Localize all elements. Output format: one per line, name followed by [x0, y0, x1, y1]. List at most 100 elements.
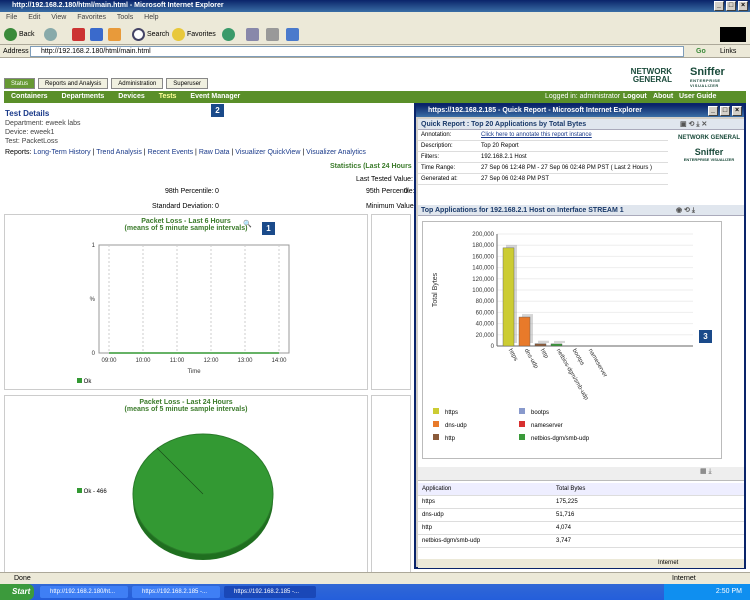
x-tick-label: 11:00	[170, 358, 185, 364]
system-tray: 2:50 PM	[664, 584, 750, 600]
link-recent-events[interactable]: Recent Events	[148, 149, 194, 156]
tab-administration[interactable]: Administration	[111, 78, 164, 89]
refresh-button[interactable]	[90, 27, 105, 42]
task-popup-window-1[interactable]: https://192.168.2.185 -...	[132, 586, 220, 598]
task-main-window[interactable]: http://192.168.2.180/ht...	[40, 586, 128, 598]
star-icon	[172, 27, 185, 41]
about-link[interactable]: About	[653, 91, 673, 103]
menu-bar: File Edit View Favorites Tools Help	[0, 12, 750, 24]
print-button[interactable]	[266, 27, 281, 42]
user-guide-link[interactable]: User Guide	[679, 91, 716, 103]
table-row[interactable]: netbios-dgm/smb-udp 3,747	[418, 535, 744, 548]
table-toolbar: ▦ ⤓	[418, 467, 744, 481]
annotate-link[interactable]: Click here to annotate this report insta…	[481, 130, 592, 141]
nav-containers[interactable]: Containers	[11, 93, 48, 100]
status-text: Done	[14, 575, 31, 582]
menu-tools[interactable]: Tools	[117, 14, 133, 21]
start-button[interactable]: Start	[0, 584, 34, 600]
nav-tests[interactable]: Tests	[159, 93, 177, 100]
y-tick-label: 160,000	[472, 254, 494, 260]
sd-label: Standard Deviation:	[152, 203, 214, 210]
table-row[interactable]: http 4,074	[418, 522, 744, 535]
window-title: http://192.168.2.180/html/main.html - Mi…	[12, 2, 224, 9]
links-label[interactable]: Links	[720, 45, 736, 58]
y-tick-label: 40,000	[476, 322, 495, 328]
edit-icon	[286, 27, 299, 41]
refresh-icon	[90, 27, 103, 41]
home-icon	[108, 27, 121, 41]
popup-minimize-button[interactable]: _	[708, 106, 718, 116]
legend-item: bootps	[519, 408, 549, 416]
bar	[534, 343, 547, 347]
media-button[interactable]	[222, 27, 237, 42]
task-popup-window-2[interactable]: https://192.168.2.185 -...	[224, 586, 316, 598]
y-axis-label: Total Bytes	[432, 272, 439, 307]
legend-swatch	[519, 421, 525, 427]
y-tick-label: 180,000	[472, 243, 494, 249]
report-action-icons[interactable]: ▣ ⟲ ⤓ ✕	[680, 119, 707, 130]
print-icon	[266, 27, 279, 41]
nav-event-manager[interactable]: Event Manager	[190, 93, 240, 100]
link-trend-analysis[interactable]: Trend Analysis	[96, 149, 142, 156]
col-application[interactable]: Application	[422, 483, 451, 496]
table-action-icons[interactable]: ▦ ⤓	[700, 467, 712, 476]
nav-departments[interactable]: Departments	[62, 93, 105, 100]
legend-swatch-ok	[77, 378, 82, 383]
popup-maximize-button[interactable]: □	[720, 106, 730, 116]
link-visualizer-analytics[interactable]: Visualizer Analytics	[306, 149, 366, 156]
applications-table: Application Total Bytes https 175,225 dns…	[418, 483, 744, 548]
mail-button[interactable]	[246, 27, 261, 42]
y-tick-label: 120,000	[472, 277, 494, 283]
menu-favorites[interactable]: Favorites	[77, 14, 106, 21]
search-button[interactable]: Search	[132, 27, 169, 42]
tab-status[interactable]: Status	[4, 78, 36, 89]
menu-help[interactable]: Help	[144, 14, 158, 21]
go-button[interactable]: Go	[696, 45, 706, 58]
nav-devices[interactable]: Devices	[118, 93, 144, 100]
table-row[interactable]: dns-udp 51,716	[418, 509, 744, 522]
quick-report-window: https://192.168.2.185 - Quick Report - M…	[414, 103, 746, 569]
back-button[interactable]: Back	[4, 27, 35, 42]
legend-ok-label: Ok	[83, 379, 92, 385]
minimize-button[interactable]: _	[714, 1, 724, 11]
x-axis-label: Time	[187, 369, 201, 375]
maximize-button[interactable]: □	[726, 1, 736, 11]
menu-view[interactable]: View	[51, 14, 66, 21]
table-row[interactable]: https 175,225	[418, 496, 744, 509]
chart2-subtitle: (means of 5 minute sample intervals)	[124, 406, 248, 413]
logged-in-text: Logged in: administrator	[545, 93, 621, 100]
legend-ok-466-label: Ok - 466	[83, 489, 107, 495]
x-tick-label: nameserver	[587, 348, 608, 378]
edit-button[interactable]	[286, 27, 301, 42]
legend-swatch	[519, 408, 525, 414]
popup-close-button[interactable]: ×	[732, 106, 742, 116]
stop-button[interactable]	[72, 27, 87, 42]
logout-link[interactable]: Logout	[623, 91, 647, 103]
forward-button[interactable]	[44, 27, 59, 42]
tab-reports[interactable]: Reports and Analysis	[37, 78, 109, 89]
address-input[interactable]: http://192.168.2.180/html/main.html	[30, 46, 684, 57]
clock: 2:50 PM	[715, 588, 742, 595]
zoom-icon[interactable]: 🔍	[243, 220, 252, 228]
favorites-button[interactable]: Favorites	[172, 27, 216, 42]
close-button[interactable]: ×	[738, 1, 748, 11]
menu-edit[interactable]: Edit	[28, 14, 40, 21]
meta-time-range-row: Time Range: 27 Sep 06 12:48 PM - 27 Sep 0…	[418, 163, 668, 174]
link-raw-data[interactable]: Raw Data	[199, 149, 230, 156]
col-total-bytes[interactable]: Total Bytes	[556, 483, 585, 496]
p95-value: 0	[404, 188, 408, 195]
callout-1: 1	[262, 222, 275, 235]
back-arrow-icon	[4, 27, 17, 41]
link-visualizer-quickview[interactable]: Visualizer QuickView	[235, 149, 300, 156]
statistics-title: Statistics (Last 24 Hours	[330, 163, 412, 170]
chart2-title: Packet Loss - Last 24 Hours	[139, 399, 233, 406]
sniffer-logo: Sniffer ENTERPRISE VISUALIZER	[690, 66, 725, 88]
menu-file[interactable]: File	[6, 14, 17, 21]
packet-loss-pie-chart	[132, 433, 274, 560]
meta-generated-row: Generated at: 27 Sep 06 02:48 PM PST	[418, 174, 668, 185]
chart-action-icons[interactable]: ◉ ⟲ ⤓	[676, 205, 695, 216]
home-button[interactable]	[108, 27, 123, 42]
tab-superuser[interactable]: Superuser	[166, 78, 208, 89]
y-tick-label: 1	[92, 243, 96, 249]
link-long-term-history[interactable]: Long-Term History	[33, 149, 90, 156]
